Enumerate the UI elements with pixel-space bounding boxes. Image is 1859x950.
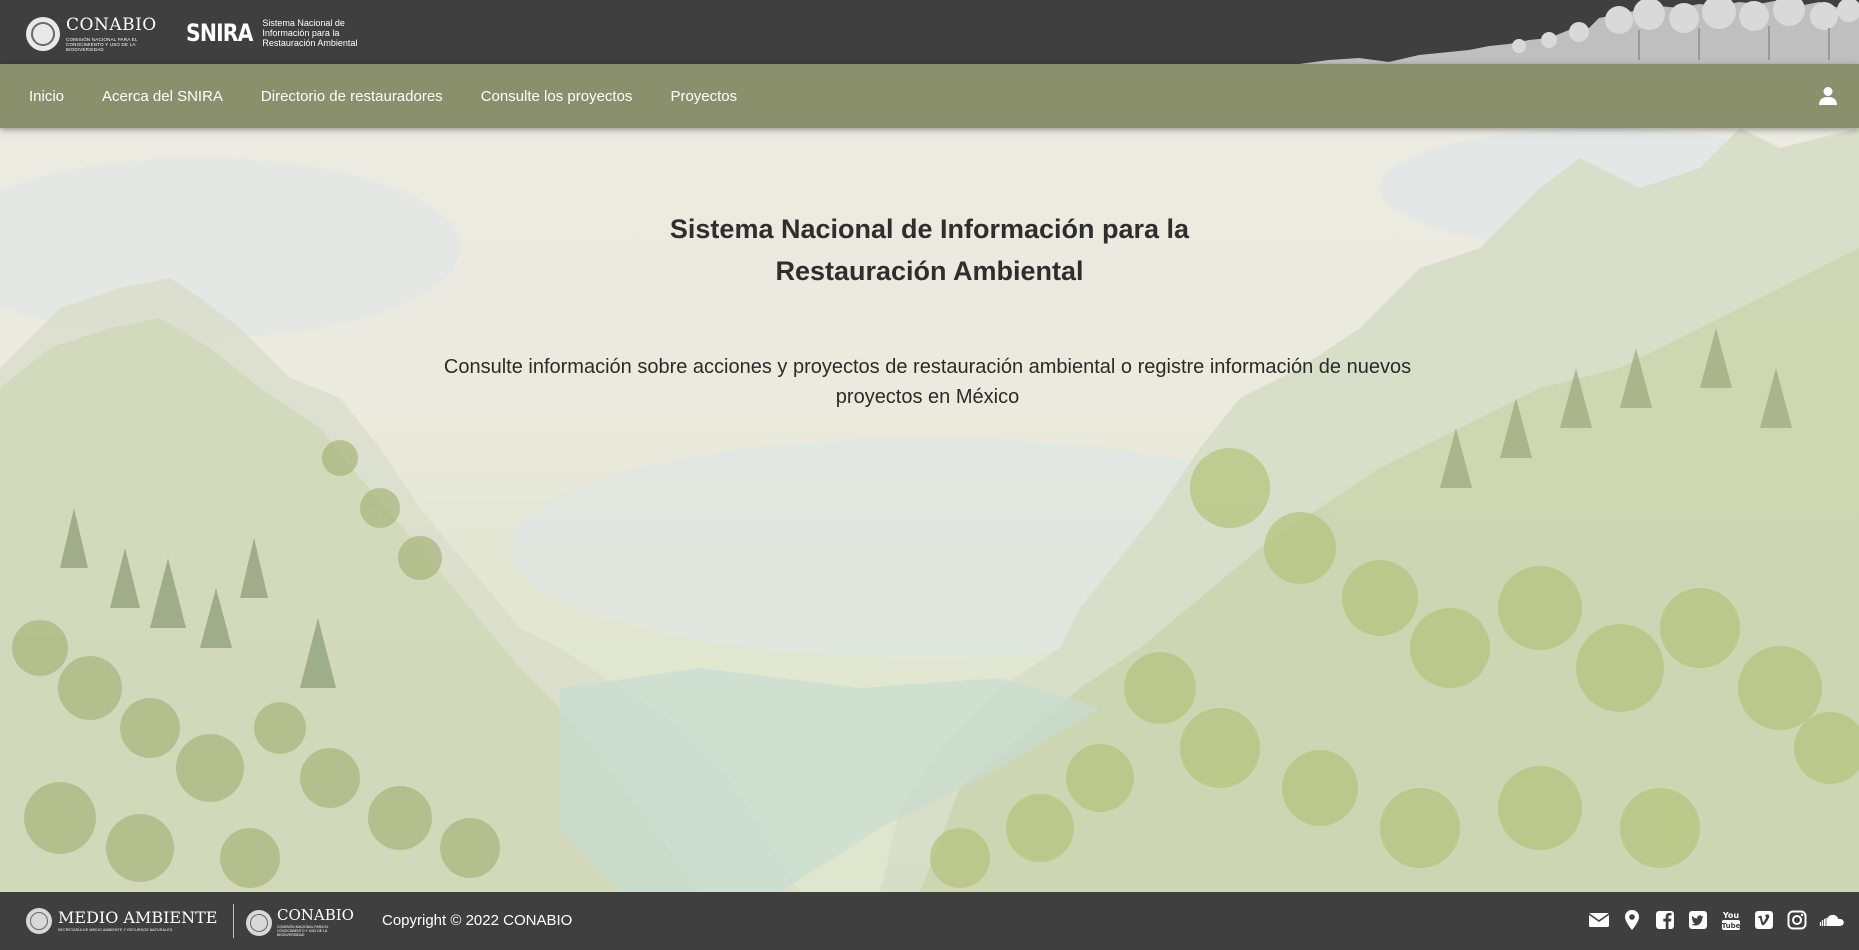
medio-ambiente-subtitle: SECRETARÍA DE MEDIO AMBIENTE Y RECURSOS … <box>58 927 173 932</box>
conabio-seal-icon <box>26 17 60 51</box>
main-navbar: Inicio Acerca del SNIRA Directorio de re… <box>0 64 1859 128</box>
snira-logo-word: SNIRA <box>186 19 253 47</box>
snira-logo[interactable]: SNIRA Sistema Nacional de Información pa… <box>186 18 374 48</box>
nav-menu: Inicio Acerca del SNIRA Directorio de re… <box>10 64 756 128</box>
top-header: CONABIO COMISIÓN NACIONAL PARA EL CONOCI… <box>0 0 1859 64</box>
map-pin-icon[interactable] <box>1621 909 1643 931</box>
footer-conabio-logo[interactable]: CONABIO COMISIÓN NACIONAL PARA EL CONOCI… <box>246 908 354 937</box>
twitter-icon[interactable] <box>1687 909 1709 931</box>
youtube-icon[interactable]: You Tube <box>1720 909 1742 931</box>
nav-item-proyectos[interactable]: Proyectos <box>651 88 756 105</box>
snira-logo-subtitle: Sistema Nacional de Información para la … <box>262 18 358 48</box>
mexico-seal-icon <box>26 908 52 934</box>
hero-description: Consulte información sobre acciones y pr… <box>443 356 1412 408</box>
hero-title-line-1: Sistema Nacional de Información para la <box>669 214 1190 244</box>
hero-title: Sistema Nacional de Información para la … <box>0 208 1859 292</box>
footer-divider <box>233 904 234 938</box>
medio-ambiente-word: MEDIO AMBIENTE <box>58 907 218 927</box>
svg-text:Tube: Tube <box>1722 922 1741 930</box>
user-icon[interactable] <box>1819 86 1837 106</box>
envelope-icon[interactable] <box>1588 909 1610 931</box>
nav-item-inicio[interactable]: Inicio <box>10 88 83 105</box>
hero-section: Sistema Nacional de Información para la … <box>0 128 1859 892</box>
forest-silhouette-decoration <box>1299 0 1859 64</box>
nav-item-consulte-proyectos[interactable]: Consulte los proyectos <box>462 88 652 105</box>
vimeo-icon[interactable] <box>1753 909 1775 931</box>
conabio-logo-subtitle: COMISIÓN NACIONAL PARA EL CONOCIMIENTO Y… <box>66 36 138 52</box>
hero-title-line-2: Restauración Ambiental <box>775 256 1084 286</box>
facebook-icon[interactable] <box>1654 909 1676 931</box>
svg-text:You: You <box>1722 911 1740 920</box>
conabio-logo[interactable]: CONABIO COMISIÓN NACIONAL PARA EL CONOCI… <box>26 16 157 52</box>
instagram-icon[interactable] <box>1786 909 1808 931</box>
footer-conabio-word: CONABIO <box>277 906 354 924</box>
nav-item-acerca[interactable]: Acerca del SNIRA <box>83 88 242 105</box>
copyright-text: Copyright © 2022 CONABIO <box>382 912 573 929</box>
soundcloud-icon[interactable] <box>1819 909 1845 931</box>
footer: MEDIO AMBIENTE SECRETARÍA DE MEDIO AMBIE… <box>0 892 1859 950</box>
social-icons: You Tube <box>1588 909 1845 931</box>
footer-conabio-subtitle: COMISIÓN NACIONAL PARA EL CONOCIMIENTO Y… <box>277 925 329 937</box>
nav-item-directorio[interactable]: Directorio de restauradores <box>242 88 462 105</box>
conabio-seal-icon <box>246 909 272 936</box>
conabio-logo-word: CONABIO <box>66 14 157 35</box>
medio-ambiente-logo[interactable]: MEDIO AMBIENTE SECRETARÍA DE MEDIO AMBIE… <box>26 908 217 934</box>
